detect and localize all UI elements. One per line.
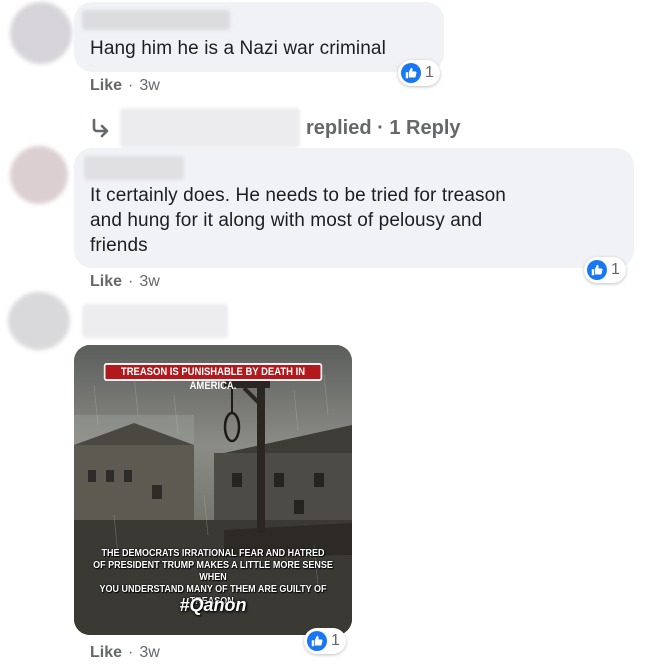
- meme-caption-line: THE DEMOCRATS IRRATIONAL FEAR AND HATRED: [101, 548, 325, 559]
- reply-arrow-icon: [90, 117, 112, 139]
- avatar[interactable]: [10, 2, 72, 64]
- commenter-name-redacted[interactable]: [82, 10, 230, 30]
- like-button[interactable]: Like: [90, 644, 122, 662]
- meme-image[interactable]: TREASON IS PUNISHABLE BY DEATH IN AMERIC…: [74, 345, 352, 635]
- commenter-name-redacted[interactable]: [84, 156, 184, 180]
- comment-actions: Like · 3w: [90, 644, 160, 662]
- comment-actions: Like · 3w: [90, 273, 160, 291]
- reaction-count: 1: [425, 64, 434, 81]
- reaction-summary[interactable]: 1: [304, 628, 346, 654]
- reaction-summary[interactable]: 1: [398, 60, 440, 86]
- meme-hashtag: #Qanon: [179, 595, 247, 615]
- avatar[interactable]: [8, 292, 70, 350]
- comment-age[interactable]: 3w: [139, 77, 159, 95]
- like-button[interactable]: Like: [90, 77, 122, 95]
- separator: ·: [128, 644, 134, 661]
- thumbs-up-icon: [587, 260, 607, 280]
- meme-banner-text: TREASON IS PUNISHABLE BY DEATH IN AMERIC…: [103, 363, 323, 392]
- meme-caption-line: OF PRESIDENT TRUMP MAKES A LITTLE MORE S…: [93, 560, 333, 583]
- separator: ·: [128, 77, 134, 94]
- comment-bubble: It certainly does. He needs to be tried …: [74, 148, 634, 268]
- comment-text-line: friends: [90, 235, 148, 256]
- comment-actions: Like · 3w: [90, 77, 160, 95]
- comment-text-line: and hung for it along with most of pelou…: [90, 210, 483, 231]
- comment-text-line: It certainly does. He needs to be tried …: [90, 185, 506, 206]
- commenter-name-redacted[interactable]: [82, 304, 228, 338]
- avatar[interactable]: [10, 146, 68, 204]
- thumbs-up-icon: [401, 63, 421, 83]
- comment-age[interactable]: 3w: [139, 273, 159, 291]
- reaction-count: 1: [611, 261, 620, 278]
- comment-bubble: Hang him he is a Nazi war criminal: [74, 2, 444, 72]
- replies-label[interactable]: replied · 1 Reply: [306, 117, 461, 140]
- comment-age[interactable]: 3w: [139, 644, 159, 662]
- view-replies[interactable]: replied · 1 Reply: [90, 108, 461, 148]
- reaction-summary[interactable]: 1: [584, 257, 626, 283]
- replier-name-redacted[interactable]: [120, 108, 300, 148]
- like-button[interactable]: Like: [90, 273, 122, 291]
- comment-text: Hang him he is a Nazi war criminal: [90, 38, 386, 59]
- reaction-count: 1: [331, 632, 340, 649]
- separator: ·: [128, 273, 134, 290]
- thumbs-up-icon: [307, 631, 327, 651]
